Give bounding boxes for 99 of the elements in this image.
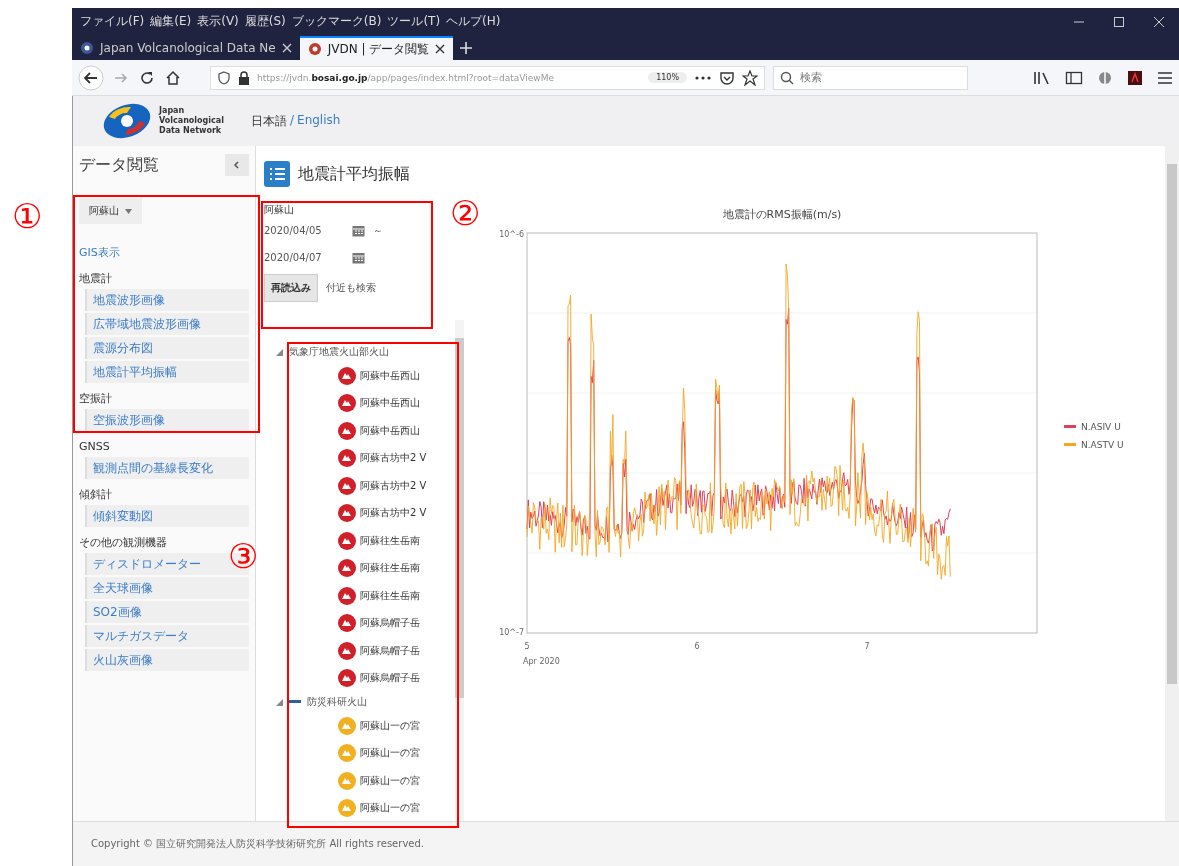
station-label[interactable]: 阿蘇古坊中2 V — [360, 451, 427, 466]
menu-item[interactable]: 広帯域地震波形画像 — [85, 313, 249, 335]
sidebar-icon[interactable] — [1065, 69, 1083, 86]
menu-item[interactable]: 地震波形画像 — [85, 289, 249, 311]
axis-tick-label: 5 — [524, 642, 530, 651]
menu-item[interactable]: ヘルプ(H) — [446, 13, 501, 30]
home-icon[interactable] — [164, 68, 182, 87]
menu-item[interactable]: 履歴(S) — [244, 13, 286, 30]
menu-item[interactable]: 傾斜変動図 — [85, 505, 249, 527]
menu-item[interactable]: SO2画像 — [85, 601, 249, 623]
caret-icon — [125, 208, 132, 214]
maximize-icon[interactable] — [1113, 15, 1125, 28]
legend-entry: N.ASIV U — [1064, 422, 1121, 432]
logo-text: Japan Volcanological Data Network — [159, 106, 225, 136]
volcano-dropdown[interactable]: 阿蘇山 — [79, 198, 142, 224]
station-label[interactable]: 阿蘇山一の宮 — [360, 718, 420, 733]
language-link[interactable]: English — [297, 112, 341, 130]
station-label[interactable]: 阿蘇山一の宮 — [360, 773, 420, 788]
station-label[interactable]: 阿蘇山一の宮 — [360, 801, 420, 816]
reload-button[interactable]: 再読込み — [264, 274, 318, 302]
station-label[interactable]: 阿蘇往生岳南 — [360, 561, 420, 576]
menu-icon[interactable] — [1157, 70, 1173, 85]
more-icon[interactable] — [694, 74, 712, 81]
shield-icon[interactable] — [217, 70, 231, 85]
zoom-badge[interactable]: 110% — [648, 72, 687, 83]
volcano-label: 阿蘇山 — [264, 203, 295, 217]
axis-tick-label: 10^-7 — [499, 628, 524, 637]
menu-item[interactable]: 空振波形画像 — [85, 409, 249, 431]
chart-title: 地震計のRMS振幅(m/s) — [722, 208, 842, 221]
search-icon — [780, 70, 794, 85]
partial-check-icon[interactable] — [289, 700, 301, 704]
menu-item[interactable]: 震源分布図 — [85, 337, 249, 359]
tree-group-label[interactable]: 防災科研火山 — [307, 695, 367, 709]
axis-tick-label: 7 — [864, 642, 870, 651]
separator-text: / — [290, 112, 295, 129]
menu-item[interactable]: 全天球画像 — [85, 577, 249, 599]
nearby-search-label[interactable]: 付近も検索 — [326, 281, 376, 295]
browser-tab[interactable]: Japan Volcanological Data Ne — [72, 36, 300, 60]
menu-item[interactable]: 観測点間の基線長変化 — [85, 457, 249, 479]
station-label[interactable]: 阿蘇古坊中2 V — [360, 506, 427, 521]
language-link[interactable]: 日本語 — [251, 112, 287, 130]
expander-icon[interactable] — [276, 698, 283, 706]
scrollbar[interactable] — [455, 320, 464, 821]
library-icon[interactable] — [1033, 69, 1051, 86]
range-separator: ～ — [373, 223, 383, 238]
group-label: 地震計 — [79, 272, 112, 286]
search-field[interactable]: 検索 — [773, 65, 968, 90]
axis-tick-label: 6 — [694, 642, 700, 651]
station-label[interactable]: 阿蘇烏帽子岳 — [360, 671, 420, 686]
station-label[interactable]: 阿蘇中岳西山 — [360, 396, 420, 411]
menu-item[interactable]: ファイル(F) — [80, 13, 145, 30]
group-label: 傾斜計 — [79, 488, 112, 502]
expander-icon[interactable] — [276, 348, 283, 356]
legend-entry: N.ASTV U — [1064, 440, 1124, 450]
axis-tick-label: 10^-6 — [499, 230, 524, 239]
menu-item[interactable]: 表示(V) — [197, 13, 239, 30]
date-field[interactable]: 2020/04/05 — [264, 220, 344, 241]
back-icon[interactable] — [78, 64, 104, 91]
station-label[interactable]: 阿蘇烏帽子岳 — [360, 643, 420, 658]
lock-icon — [238, 70, 250, 85]
extension-icon[interactable] — [1127, 69, 1143, 86]
date-field[interactable]: 2020/04/07 — [264, 247, 344, 268]
pocket-icon[interactable] — [719, 69, 735, 86]
menu-item[interactable]: ブックマーク(B) — [291, 13, 382, 30]
station-label[interactable]: 阿蘇中岳西山 — [360, 423, 420, 438]
chevron-icon — [233, 161, 241, 169]
list-icon — [264, 161, 290, 187]
panel-title: 地震計平均振幅 — [298, 163, 410, 185]
scrollbar[interactable] — [1165, 146, 1179, 821]
station-label[interactable]: 阿蘇古坊中2 V — [360, 478, 427, 493]
menu-item[interactable]: 編集(E) — [150, 13, 192, 30]
close-icon[interactable] — [435, 44, 446, 54]
browser-tab[interactable]: JVDN | データ閲覧 — [299, 36, 454, 60]
annotation-number: ① — [12, 196, 43, 236]
new-tab-icon[interactable] — [459, 41, 474, 55]
group-label: その他の観測機器 — [79, 536, 167, 550]
menu-item[interactable]: マルチガスデータ — [85, 625, 249, 647]
tree-group-label[interactable]: 気象庁地震火山部火山 — [289, 345, 389, 359]
copyright-text: Copyright © 国立研究開発法人防災科学技術研究所 All rights reserved. — [91, 837, 424, 851]
gis-link[interactable]: GIS表示 — [79, 246, 120, 260]
star-icon[interactable] — [742, 69, 758, 86]
station-label[interactable]: 阿蘇中岳西山 — [360, 368, 420, 383]
url-text: https://jvdn.bosai.go.jp/app/pages/index.html?root=dataViewMe — [257, 72, 555, 83]
station-label[interactable]: 阿蘇往生岳南 — [360, 588, 420, 603]
group-label: GNSS — [79, 440, 110, 454]
annotation-number: ② — [450, 193, 481, 233]
address-bar[interactable]: https://jvdn.bosai.go.jp/app/pages/index.html?root=dataViewMe 110% — [210, 65, 765, 90]
station-label[interactable]: 阿蘇山一の宮 — [360, 746, 420, 761]
menu-item[interactable]: 地震計平均振幅 — [85, 361, 249, 383]
axis-label: Apr 2020 — [523, 657, 560, 666]
station-label[interactable]: 阿蘇往生岳南 — [360, 533, 420, 548]
menu-item[interactable]: 火山灰画像 — [85, 649, 249, 671]
calendar-icon[interactable] — [352, 224, 365, 237]
calendar-icon[interactable] — [352, 251, 365, 264]
logo-icon — [101, 101, 153, 141]
group-label: 空振計 — [79, 392, 112, 406]
station-label[interactable]: 阿蘇烏帽子岳 — [360, 616, 420, 631]
sidebar-title: データ閲覧 — [79, 154, 159, 176]
menu-item[interactable]: ツール(T) — [387, 13, 441, 30]
